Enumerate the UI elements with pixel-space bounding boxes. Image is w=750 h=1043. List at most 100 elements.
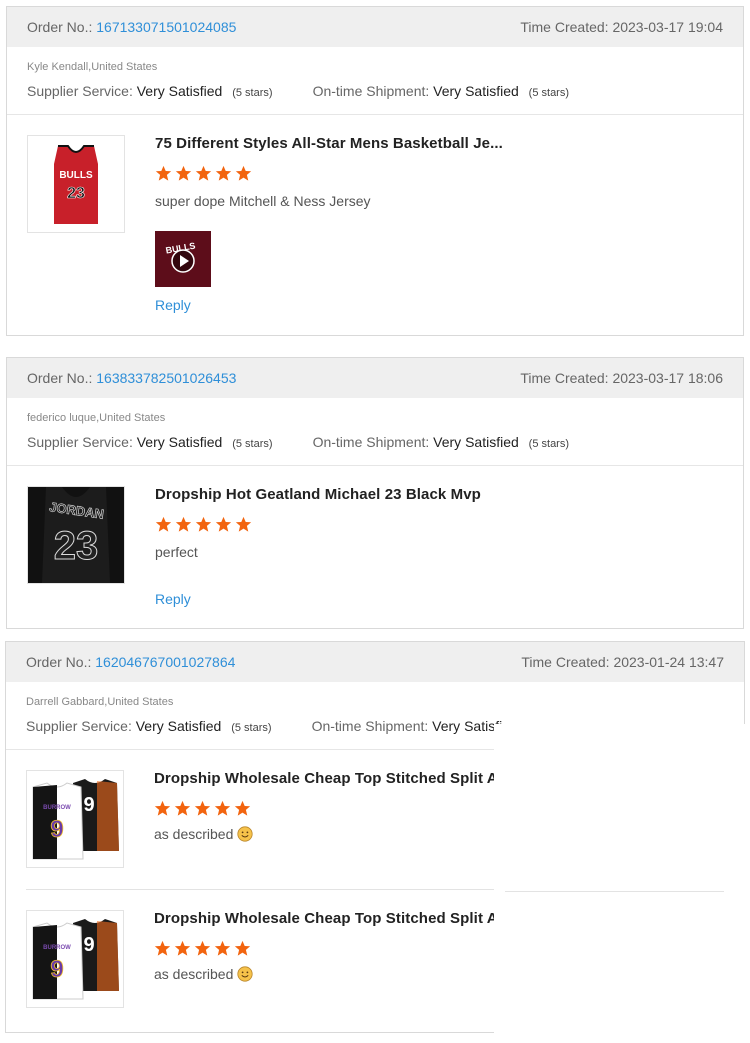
product-title[interactable]: Dropship Wholesale Cheap Top Stitched Sp… xyxy=(154,770,511,787)
order-number-link[interactable]: 167133071501024085 xyxy=(96,19,236,35)
star-rating xyxy=(154,940,251,957)
ratings-row: Supplier Service: Very Satisfied (5 star… xyxy=(27,81,723,103)
supplier-service-rating: Supplier Service: Very Satisfied (5 star… xyxy=(27,432,273,454)
review-video-thumbnail[interactable]: BULLS xyxy=(155,231,211,287)
star-icon xyxy=(154,800,171,816)
reply-link[interactable]: Reply xyxy=(155,297,191,313)
order-number-label: Order No.: xyxy=(26,654,92,670)
star-rating xyxy=(155,516,252,533)
star-icon xyxy=(215,516,232,532)
order-number-label: Order No.: xyxy=(27,370,93,386)
time-created-label: Time Created: xyxy=(520,19,609,35)
order-number-link[interactable]: 162046767001027864 xyxy=(95,654,235,670)
svg-text:9: 9 xyxy=(83,934,94,956)
star-icon xyxy=(174,940,191,956)
ontime-shipment-label: On-time Shipment: xyxy=(311,718,429,734)
time-created-group: Time Created: 2023-03-17 18:06 xyxy=(520,370,723,386)
order-number-group: Order No.: 162046767001027864 xyxy=(26,654,235,670)
svg-text:BURROW: BURROW xyxy=(43,805,71,811)
smiley-emoji-icon xyxy=(237,826,253,842)
occluding-overlay xyxy=(494,724,750,1043)
ontime-shipment-rating: On-time Shipment: Very Satisfied (5 star… xyxy=(313,81,569,103)
star-icon xyxy=(195,516,212,532)
ontime-shipment-rating: On-time Shipment: Very Satisfi xyxy=(312,716,503,738)
supplier-service-label: Supplier Service: xyxy=(26,718,132,734)
review-item: BULLS 23 75 Different Styles All-Star Me… xyxy=(7,115,743,335)
order-card-2: Order No.: 163833782501026453 Time Creat… xyxy=(6,357,744,629)
ontime-shipment-value: Very Satisfi xyxy=(432,718,503,734)
star-icon xyxy=(235,165,252,181)
red-jersey-image: BULLS 23 xyxy=(28,136,124,232)
order-number-label: Order No.: xyxy=(27,19,93,35)
product-thumbnail[interactable]: BURROW 9 9 xyxy=(26,770,124,868)
star-icon xyxy=(195,165,212,181)
ratings-row: Supplier Service: Very Satisfied (5 star… xyxy=(27,432,723,454)
order-number-link[interactable]: 163833782501026453 xyxy=(96,370,236,386)
product-thumbnail[interactable]: BURROW 9 9 xyxy=(26,910,124,1008)
svg-text:BULLS: BULLS xyxy=(59,170,93,181)
star-icon xyxy=(155,165,172,181)
supplier-service-label: Supplier Service: xyxy=(27,434,133,450)
review-comment-text: as described xyxy=(154,966,234,982)
ontime-shipment-rating: On-time Shipment: Very Satisfied (5 star… xyxy=(313,432,569,454)
order-number-group: Order No.: 167133071501024085 xyxy=(27,19,236,35)
time-created-group: Time Created: 2023-01-24 13:47 xyxy=(521,654,724,670)
time-created-value: 2023-03-17 18:06 xyxy=(612,370,723,386)
svg-text:BURROW: BURROW xyxy=(43,945,71,951)
star-icon xyxy=(214,940,231,956)
svg-text:9: 9 xyxy=(83,794,94,816)
order-number-group: Order No.: 163833782501026453 xyxy=(27,370,236,386)
order-header: Order No.: 167133071501024085 Time Creat… xyxy=(7,7,743,47)
star-rating xyxy=(155,165,252,182)
svg-text:23: 23 xyxy=(54,524,99,568)
overlay-divider-fragment xyxy=(505,891,724,892)
svg-text:9: 9 xyxy=(50,956,63,983)
star-rating xyxy=(154,800,251,817)
order-meta: Kyle Kendall,United States Supplier Serv… xyxy=(7,47,743,115)
star-icon xyxy=(234,940,251,956)
supplier-service-rating: Supplier Service: Very Satisfied (5 star… xyxy=(26,716,272,738)
supplier-service-stars: (5 stars) xyxy=(232,87,273,99)
star-icon xyxy=(234,800,251,816)
star-icon xyxy=(175,516,192,532)
supplier-service-value: Very Satisfied xyxy=(136,434,223,450)
product-thumbnail[interactable]: BULLS 23 xyxy=(27,135,125,233)
supplier-service-value: Very Satisfied xyxy=(136,83,223,99)
review-comment-text: as described xyxy=(154,826,234,842)
star-icon xyxy=(155,516,172,532)
star-icon xyxy=(235,516,252,532)
star-icon xyxy=(154,940,171,956)
star-icon xyxy=(194,940,211,956)
order-header: Order No.: 162046767001027864 Time Creat… xyxy=(6,642,744,682)
product-title[interactable]: 75 Different Styles All-Star Mens Basket… xyxy=(155,135,503,152)
ontime-shipment-label: On-time Shipment: xyxy=(312,434,430,450)
ontime-shipment-value: Very Satisfied xyxy=(433,434,519,450)
ontime-shipment-stars: (5 stars) xyxy=(528,87,570,99)
review-comment: as described xyxy=(154,826,253,842)
supplier-service-stars: (5 stars) xyxy=(231,722,272,734)
time-created-value: 2023-01-24 13:47 xyxy=(613,654,724,670)
star-icon xyxy=(214,800,231,816)
review-comment: as described xyxy=(154,966,253,982)
video-preview-image: BULLS xyxy=(155,231,211,287)
smiley-emoji-icon xyxy=(237,966,253,982)
supplier-service-value: Very Satisfied xyxy=(135,718,222,734)
product-thumbnail[interactable]: JORDAN 23 xyxy=(27,486,125,584)
review-comment: perfect xyxy=(155,544,198,560)
product-title[interactable]: Dropship Wholesale Cheap Top Stitched Sp… xyxy=(154,910,511,927)
reply-link[interactable]: Reply xyxy=(155,591,191,607)
svg-text:23: 23 xyxy=(67,185,85,202)
product-title[interactable]: Dropship Hot Geatland Michael 23 Black M… xyxy=(155,486,481,503)
star-icon xyxy=(215,165,232,181)
order-header: Order No.: 163833782501026453 Time Creat… xyxy=(7,358,743,398)
buyer-name: Kyle Kendall,United States xyxy=(27,61,158,73)
supplier-service-stars: (5 stars) xyxy=(232,438,273,450)
time-created-group: Time Created: 2023-03-17 19:04 xyxy=(520,19,723,35)
black-jersey-image: JORDAN 23 xyxy=(28,487,124,583)
time-created-label: Time Created: xyxy=(520,370,609,386)
star-icon xyxy=(174,800,191,816)
ontime-shipment-value: Very Satisfied xyxy=(433,83,519,99)
buyer-name: federico luque,United States xyxy=(27,412,166,424)
star-icon xyxy=(194,800,211,816)
split-jersey-image: BURROW 9 9 xyxy=(27,911,123,1007)
